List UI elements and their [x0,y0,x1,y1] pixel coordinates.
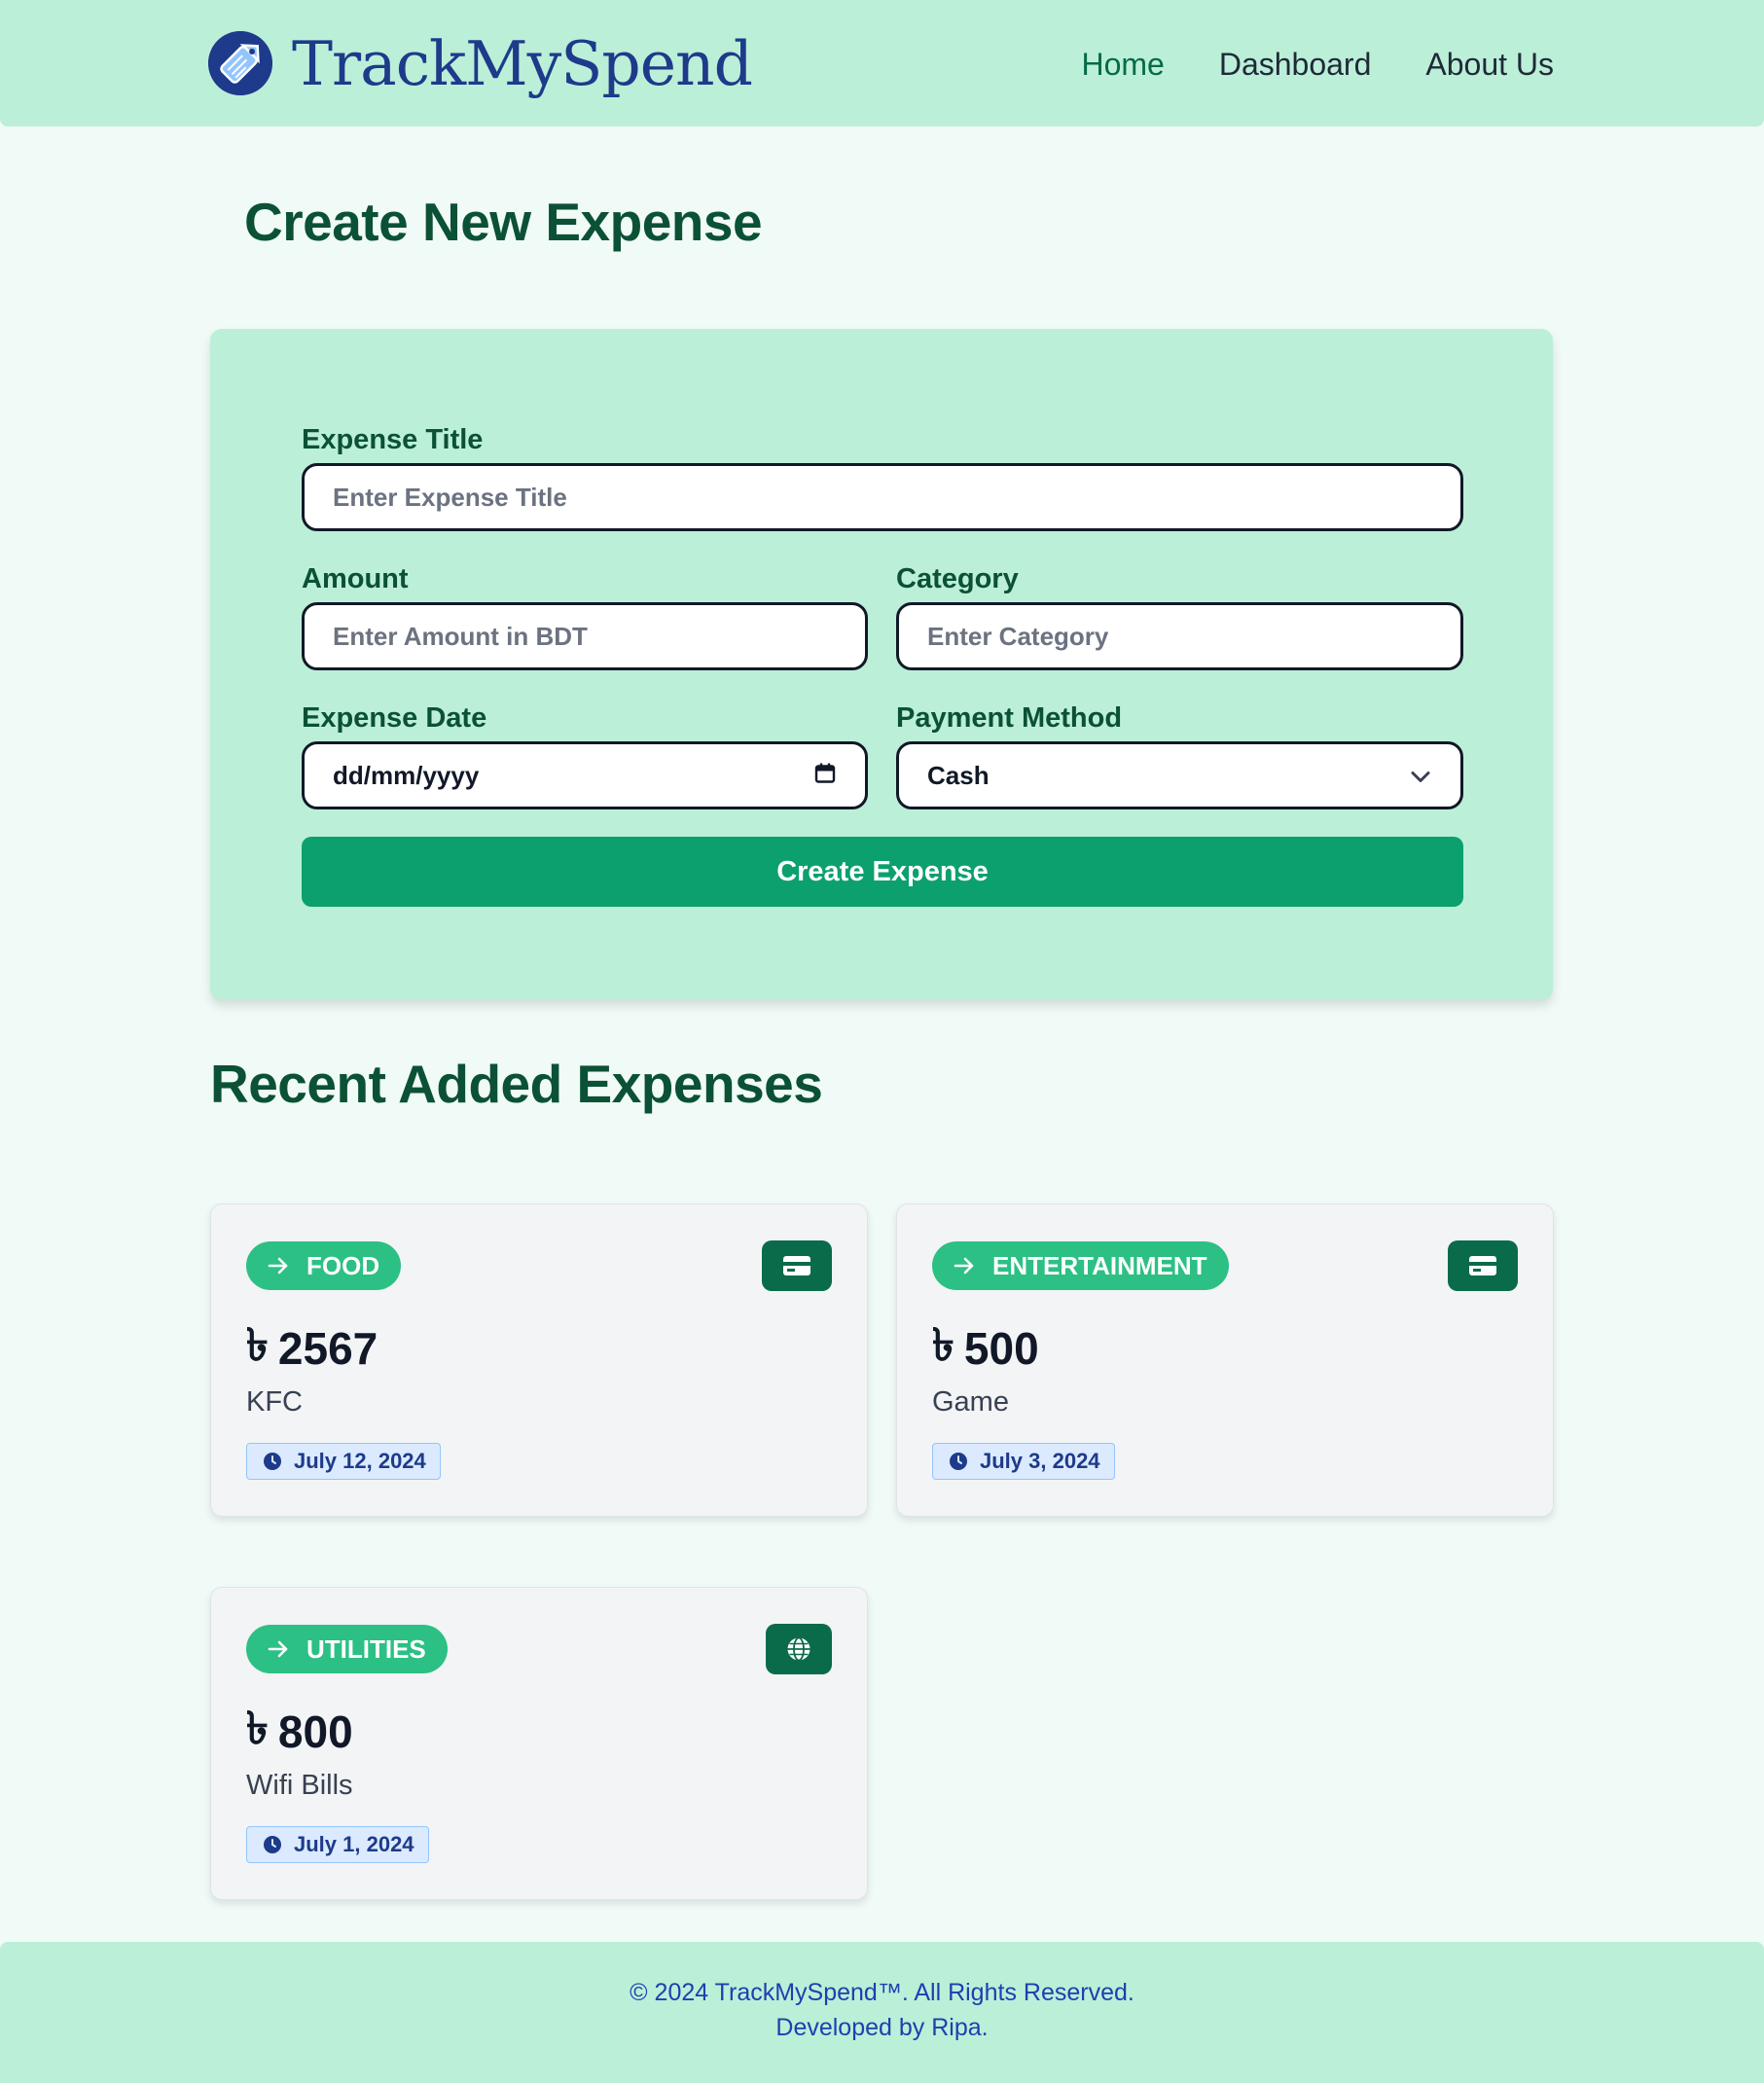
brand-name: TrackMySpend [292,27,753,99]
expense-date: July 1, 2024 [294,1832,414,1856]
category-pill: FOOD [246,1241,402,1290]
payment-method-value: Cash [927,760,990,790]
clock-icon [949,1452,968,1471]
arrow-right-icon [268,1639,289,1659]
site-footer: © 2024 TrackMySpend™. All Rights Reserve… [0,1942,1764,2083]
category-placeholder: Enter Category [927,621,1109,651]
expense-amount: ৳ 2567 [246,1311,378,1385]
expense-date: July 3, 2024 [980,1449,1100,1473]
date-chip: July 12, 2024 [246,1443,441,1480]
page-title: Create New Expense [244,192,763,252]
expense-date-value: dd/mm/yyyy [333,760,480,790]
expense-card[interactable]: ENTERTAINMENT ৳ 500 Game July 3, 2024 [896,1203,1554,1517]
nav-home[interactable]: Home [1081,41,1164,88]
expense-title: KFC [246,1386,303,1418]
category-pill: ENTERTAINMENT [932,1241,1229,1290]
brand[interactable]: TrackMySpend [208,21,753,105]
recent-expenses-heading: Recent Added Expenses [210,1054,823,1114]
expense-amount: ৳ 800 [246,1695,353,1769]
expense-title: Game [932,1386,1009,1418]
category-label: ENTERTAINMENT [992,1250,1207,1280]
date-chip: July 1, 2024 [246,1826,429,1863]
arrow-right-icon [954,1256,975,1275]
calendar-icon[interactable] [814,761,836,791]
arrow-right-icon [268,1256,289,1275]
expense-date-input[interactable]: dd/mm/yyyy [302,741,868,809]
category-label: Category [896,563,1019,594]
nav-dashboard[interactable]: Dashboard [1219,41,1372,88]
expense-title-placeholder: Enter Expense Title [333,482,567,512]
expense-title: Wifi Bills [246,1770,353,1801]
expense-card[interactable]: UTILITIES ৳ 800 Wifi Bills July 1, 2024 [210,1587,868,1900]
currency-symbol: ৳ [246,1703,269,1753]
category-input[interactable]: Enter Category [896,602,1463,670]
price-tag-icon [208,31,272,95]
expense-title-label: Expense Title [302,424,484,455]
credit-card-icon [1448,1240,1518,1291]
amount-value: 2567 [277,1323,378,1374]
expense-title-input[interactable]: Enter Expense Title [302,463,1463,531]
category-label: FOOD [306,1250,380,1280]
clock-icon [263,1835,282,1854]
amount-value: 800 [277,1706,353,1757]
category-label: UTILITIES [306,1634,426,1664]
expense-date-label: Expense Date [302,702,487,734]
currency-symbol: ৳ [246,1319,269,1370]
globe-icon [766,1624,832,1674]
expense-form: Expense Title Enter Expense Title Amount… [210,329,1553,1000]
amount-label: Amount [302,563,409,594]
footer-copyright: © 2024 TrackMySpend™. All Rights Reserve… [630,1979,1134,2006]
credit-card-icon [762,1240,832,1291]
expense-amount: ৳ 500 [932,1311,1039,1385]
amount-value: 500 [963,1323,1039,1374]
amount-placeholder: Enter Amount in BDT [333,621,588,651]
amount-input[interactable]: Enter Amount in BDT [302,602,868,670]
expense-date: July 12, 2024 [294,1449,426,1473]
footer-credit: Developed by Ripa. [775,2014,989,2041]
expense-card[interactable]: FOOD ৳ 2567 KFC July 12, 2024 [210,1203,868,1517]
category-pill: UTILITIES [246,1625,448,1673]
payment-method-select[interactable]: Cash [896,741,1463,809]
create-expense-button[interactable]: Create Expense [302,837,1463,907]
currency-symbol: ৳ [932,1319,954,1370]
chevron-down-icon [1410,761,1431,791]
main-nav: Home Dashboard About Us [1081,41,1554,88]
site-header: TrackMySpend Home Dashboard About Us [0,0,1764,126]
nav-about-us[interactable]: About Us [1425,41,1554,88]
date-chip: July 3, 2024 [932,1443,1115,1480]
payment-method-label: Payment Method [896,702,1123,734]
clock-icon [263,1452,282,1471]
